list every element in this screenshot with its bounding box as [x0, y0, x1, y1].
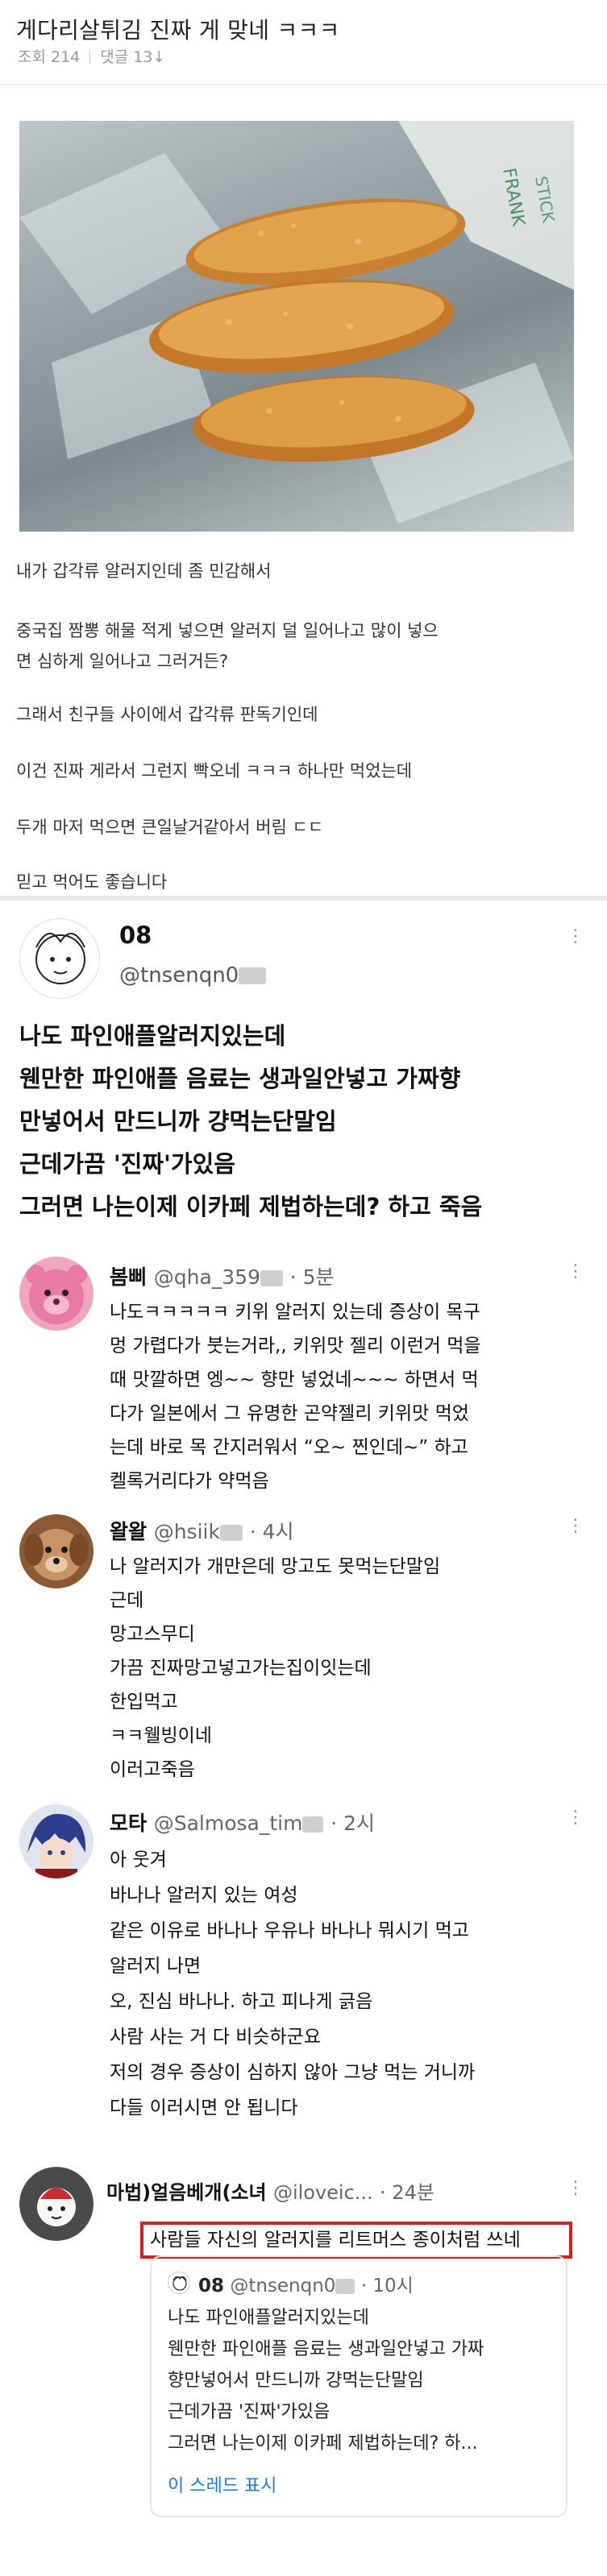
tweet-author-handle[interactable]: @tnsenqn0: [119, 963, 267, 988]
reply-line: 나 알러지가 개만은데 망고도 못먹는단말임: [110, 1556, 441, 1577]
avatar[interactable]: [19, 1514, 94, 1588]
tweet-author-name[interactable]: 08: [119, 921, 152, 949]
reply-line: 오, 진심 바나나. 하고 피나게 긁음: [110, 1991, 373, 2012]
reply-time: · 4시: [249, 1520, 294, 1543]
blurred-handle-part: [335, 2279, 355, 2294]
avatar[interactable]: [19, 2167, 94, 2241]
quoted-line: 근데가끔 '진짜'가있음: [168, 2402, 331, 2422]
reply-author-name: 모타: [110, 1812, 148, 1835]
tweet-line: 그러면 나는이제 이카페 제법하는데? 하고 죽음: [19, 1193, 483, 1220]
reply-line: 저의 경우 증상이 심하지 않아 그냥 먹는 거니까: [110, 2062, 476, 2083]
comment-count-link[interactable]: 댓글 13↓: [100, 45, 165, 67]
reply-line: 한입먹고: [110, 1692, 178, 1713]
quoted-author-handle: @tnsenqn0: [230, 2276, 336, 2296]
meta-separator: [89, 48, 91, 64]
reply-author[interactable]: 마법)얼음베개(소녀 @iloveic... · 24분: [106, 2176, 434, 2205]
reply-line: 바나나 알러지 있는 여성: [110, 1885, 298, 1906]
reply-line: 때 맛깔하면 엥~~ 향만 넣었네~~~ 하면서 먹: [110, 1369, 479, 1390]
quoted-avatar: [168, 2272, 190, 2294]
reply-line: 다들 이러시면 안 됩니다: [110, 2098, 298, 2118]
pink-bear-avatar-icon: [26, 1265, 87, 1324]
avatar[interactable]: [19, 1257, 94, 1331]
handle-text: @tnsenqn0: [119, 963, 239, 988]
reply-time: · 24분: [380, 2181, 434, 2204]
blurred-handle-part: [219, 1525, 243, 1541]
reply-author[interactable]: 봄삐 @qha_359 · 5분: [110, 1261, 335, 1290]
post-paragraph: 그래서 친구들 사이에서 갑각류 판독기인데: [16, 705, 318, 724]
content-divider: [0, 896, 607, 901]
more-options-icon[interactable]: ⋮: [567, 1516, 584, 1536]
post-paragraph: 중국집 짬뽕 해물 적게 넣으면 알러지 덜 일어나고 많이 넣으: [16, 621, 439, 640]
post-paragraph: 내가 갑각류 알러지인데 좀 민감해서: [16, 561, 272, 581]
post-title: 게다리살튀김 진짜 게 맞네 ㅋㅋㅋ: [16, 17, 340, 43]
show-thread-link[interactable]: 이 스레드 표시: [168, 2471, 276, 2497]
post-photo: FRANK STICK: [19, 121, 574, 532]
anime-avatar-icon: [27, 1813, 86, 1878]
reply-author-handle: @hsiik: [153, 1520, 220, 1543]
reply-line: 나도ㅋㅋㅋㅋㅋ 키위 알러지 있는데 증상이 목구: [110, 1302, 480, 1323]
reply-line: 는데 바로 목 간지러워서 “오~ 찐인데~” 하고: [110, 1437, 468, 1458]
more-options-icon[interactable]: ⋮: [567, 1808, 584, 1828]
reply-line: 근데: [110, 1590, 144, 1611]
post-paragraph: 믿고 먹어도 좋습니다: [16, 872, 168, 892]
tweet-line: 나도 파인애플알러지있는데: [19, 1022, 286, 1050]
reply-author-handle: @qha_359: [153, 1265, 260, 1289]
dog-avatar-icon: [24, 1529, 89, 1580]
reply-line: ㅋㅋ웰빙이네: [110, 1725, 212, 1746]
reply-author-handle: @Salmosa_tim: [153, 1812, 303, 1835]
reply-line: 다가 일본에서 그 유명한 곤약젤리 키위맛 먹었: [110, 1403, 469, 1424]
reply-time: · 2시: [331, 1812, 375, 1835]
reply-line: 이러고죽음: [110, 1759, 195, 1780]
tweet-line: 웬만한 파인애플 음료는 생과일안넣고 가짜향: [19, 1065, 461, 1092]
crab-stick-photo-illustration: FRANK STICK: [19, 121, 574, 524]
blurred-handle-part: [260, 1270, 283, 1286]
reply-time: · 5분: [289, 1265, 335, 1289]
blurred-handle-part: [302, 1816, 324, 1833]
more-options-icon[interactable]: ⋮: [567, 1261, 584, 1282]
reply-line: 아 웃겨: [110, 1849, 167, 1870]
reply-line: 망고스무디: [110, 1624, 195, 1645]
reply-author[interactable]: 왈왈 @hsiik · 4시: [110, 1516, 294, 1545]
avatar[interactable]: [19, 1804, 94, 1878]
cartoon-avatar-icon: [19, 2167, 94, 2241]
post-paragraph: 두개 마저 먹으면 큰일날거같아서 버림 ㄷㄷ: [16, 818, 324, 837]
reply-author-name: 봄삐: [110, 1265, 148, 1289]
post-paragraph: 이건 진짜 게라서 그런지 빡오네 ㅋㅋㅋ 하나만 먹었는데: [16, 761, 413, 781]
blurred-handle-part: [239, 967, 267, 984]
quoted-author: 08 @tnsenqn0 · 10시: [198, 2270, 414, 2297]
quoted-line: 나도 파인애플알러지있는데: [168, 2308, 369, 2328]
quoted-line: 그러면 나는이제 이카페 제법하는데? 하...: [168, 2433, 478, 2454]
reply-author-name: 왈왈: [110, 1520, 148, 1543]
reply-line: 가끔 진짜망고넣고가는집이잇는데: [110, 1658, 372, 1679]
view-count: 조회 214: [18, 48, 81, 66]
header-divider: [0, 84, 607, 85]
reply-author-name: 마법)얼음베개(소녀: [106, 2181, 267, 2204]
post-meta: 조회 214 댓글 13↓: [18, 45, 165, 67]
quoted-line: 향만넣어서 만드니까 걍먹는단말임: [168, 2371, 424, 2391]
reply-line: 사람들 자신의 알러지를 리트머스 종이처럼 쓰네: [150, 2230, 521, 2251]
reply-line: 같은 이유로 바나나 우유나 바나나 뭐시기 먹고: [110, 1920, 469, 1941]
reply-line: 멍 가렵다가 붓는거라,, 키위맛 젤리 이런거 먹을: [110, 1336, 481, 1356]
reply-line: 알러지 나면: [110, 1956, 202, 1977]
post-paragraph: 면 심하게 일어나고 그러거든?: [16, 652, 229, 671]
reply-line: 사람 사는 거 다 비슷하군요: [110, 2027, 322, 2048]
reply-author[interactable]: 모타 @Salmosa_tim · 2시: [110, 1808, 375, 1837]
quoted-author-name: 08: [198, 2276, 225, 2296]
reply-author-handle: @iloveic...: [272, 2181, 373, 2204]
sketch-avatar-icon: [35, 933, 85, 984]
quoted-time: · 10시: [360, 2276, 414, 2296]
tweet-line: 만넣어서 만드니까 걍먹는단말임: [19, 1108, 337, 1135]
more-options-icon[interactable]: ⋮: [567, 2178, 584, 2198]
quoted-line: 웬만한 파인애플 음료는 생과일안넣고 가짜: [168, 2339, 484, 2359]
reply-line: 켈록거리다가 약먹음: [110, 1471, 269, 1492]
tweet-line: 근데가끔 '진짜'가있음: [19, 1150, 235, 1178]
more-options-icon[interactable]: ⋮: [567, 926, 584, 946]
avatar[interactable]: [19, 918, 100, 999]
